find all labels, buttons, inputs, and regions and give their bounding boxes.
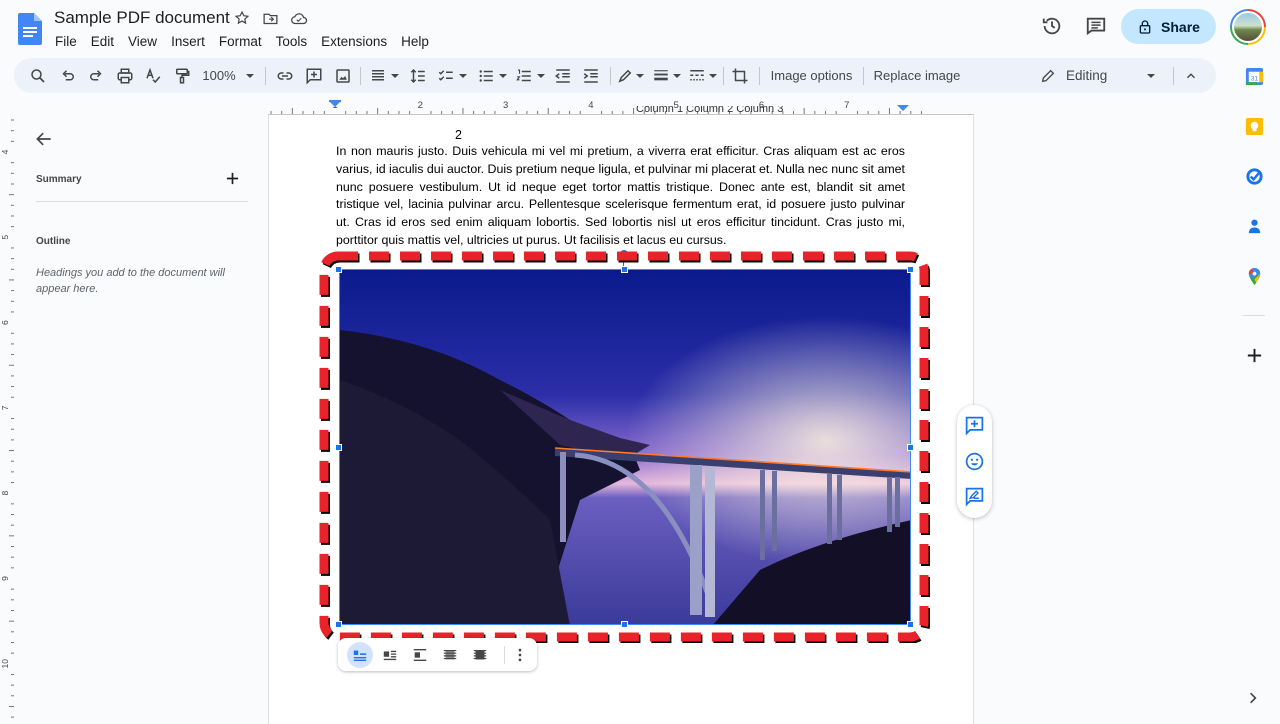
menu-bar: File Edit View Insert Format Tools Exten… bbox=[48, 32, 436, 51]
ruler-label: 7 bbox=[844, 100, 849, 111]
editing-mode-select[interactable]: Editing bbox=[1040, 58, 1162, 93]
document-outline-panel: Summary Outline Headings you add to the … bbox=[14, 115, 267, 724]
decrease-indent-icon[interactable] bbox=[551, 58, 575, 93]
editing-mode-label: Editing bbox=[1066, 68, 1108, 83]
image-wrap-toolbar bbox=[338, 638, 537, 671]
page-number: 2 bbox=[455, 128, 462, 142]
emoji-reaction-icon[interactable] bbox=[964, 451, 986, 473]
menu-insert[interactable]: Insert bbox=[164, 32, 212, 51]
close-outline-back-icon[interactable] bbox=[34, 129, 56, 151]
tasks-icon[interactable] bbox=[1245, 167, 1265, 187]
numbered-list-select[interactable] bbox=[512, 58, 548, 93]
ruler-label: 6 bbox=[0, 320, 10, 325]
highlight-annotation bbox=[319, 251, 930, 643]
first-line-indent-marker bbox=[329, 100, 341, 102]
lock-icon bbox=[1139, 19, 1151, 34]
break-text-button[interactable] bbox=[407, 642, 433, 668]
account-avatar[interactable] bbox=[1230, 9, 1266, 45]
undo-icon[interactable] bbox=[56, 58, 80, 93]
pencil-icon bbox=[1041, 69, 1055, 82]
move-folder-icon[interactable] bbox=[262, 10, 280, 28]
insert-image-icon[interactable] bbox=[331, 58, 355, 93]
wrap-text-button[interactable] bbox=[377, 642, 403, 668]
ruler-label: 2 bbox=[418, 100, 423, 111]
align-select[interactable] bbox=[366, 58, 402, 93]
redo-icon[interactable] bbox=[84, 58, 108, 93]
rail-divider bbox=[1243, 315, 1265, 316]
menu-help[interactable]: Help bbox=[394, 32, 436, 51]
document-title[interactable]: Sample PDF document bbox=[54, 8, 230, 28]
ruler-label: 10 bbox=[0, 659, 10, 669]
menu-edit[interactable]: Edit bbox=[84, 32, 121, 51]
ruler-label: 7 bbox=[0, 405, 10, 410]
border-color-select[interactable] bbox=[614, 58, 646, 93]
crop-image-icon[interactable] bbox=[728, 58, 752, 93]
border-weight-select[interactable] bbox=[650, 58, 682, 93]
share-button[interactable]: Share bbox=[1121, 9, 1216, 44]
maps-icon[interactable] bbox=[1245, 267, 1265, 287]
increase-indent-icon[interactable] bbox=[579, 58, 603, 93]
show-side-panel-icon[interactable] bbox=[1245, 690, 1265, 710]
replace-image-button[interactable]: Replace image bbox=[869, 58, 965, 93]
calendar-icon[interactable]: 31 bbox=[1245, 67, 1265, 87]
ruler-label: 5 bbox=[0, 235, 10, 240]
add-comment-float-icon[interactable] bbox=[964, 415, 986, 437]
insert-link-icon[interactable] bbox=[273, 58, 297, 93]
menu-tools[interactable]: Tools bbox=[269, 32, 315, 51]
ruler-label: 8 bbox=[0, 491, 10, 496]
suggest-edits-icon[interactable] bbox=[964, 486, 986, 508]
ruler-label: 4 bbox=[588, 100, 593, 111]
zoom-select[interactable]: 100% bbox=[200, 58, 256, 93]
version-history-icon[interactable] bbox=[1041, 15, 1063, 37]
menu-extensions[interactable]: Extensions bbox=[314, 32, 394, 51]
behind-text-button[interactable] bbox=[437, 642, 463, 668]
horizontal-ruler[interactable]: 1234567 bbox=[268, 97, 974, 115]
star-icon[interactable] bbox=[234, 10, 252, 28]
hide-menus-icon[interactable] bbox=[1179, 58, 1203, 93]
contacts-icon[interactable] bbox=[1245, 217, 1265, 237]
checklist-select[interactable] bbox=[434, 58, 470, 93]
menu-file[interactable]: File bbox=[48, 32, 84, 51]
ruler-label: 4 bbox=[0, 149, 10, 154]
spellcheck-icon[interactable] bbox=[141, 58, 165, 93]
zoom-value: 100% bbox=[202, 68, 236, 83]
paint-format-icon[interactable] bbox=[170, 58, 194, 93]
get-add-ons-icon[interactable] bbox=[1245, 346, 1265, 366]
line-spacing-icon[interactable] bbox=[406, 58, 430, 93]
wrap-inline-button[interactable] bbox=[347, 642, 373, 668]
ruler-label: 9 bbox=[0, 576, 10, 581]
right-indent-marker bbox=[897, 105, 909, 111]
vertical-ruler[interactable]: 4 5 6 7 8 9 10 bbox=[0, 115, 14, 724]
border-dash-select[interactable] bbox=[686, 58, 718, 93]
floating-actions bbox=[957, 405, 992, 518]
comments-icon[interactable] bbox=[1085, 15, 1107, 37]
image-options-button[interactable]: Image options bbox=[764, 58, 859, 93]
keep-icon[interactable] bbox=[1245, 117, 1265, 137]
outline-heading: Outline bbox=[36, 236, 71, 247]
toolbar: 100% Image options Replace image Editing bbox=[14, 58, 1216, 93]
summary-heading: Summary bbox=[36, 174, 82, 185]
print-icon[interactable] bbox=[113, 58, 137, 93]
search-menus-icon[interactable] bbox=[26, 58, 50, 93]
ruler-label: 3 bbox=[503, 100, 508, 111]
menu-view[interactable]: View bbox=[121, 32, 164, 51]
docs-logo-icon[interactable] bbox=[18, 13, 42, 45]
in-front-of-text-button[interactable] bbox=[467, 642, 493, 668]
outline-hint: Headings you add to the document will ap… bbox=[36, 267, 225, 295]
page-header-text: Column 1 Column 2 Column 3 bbox=[636, 106, 784, 115]
cloud-saved-icon[interactable] bbox=[290, 10, 308, 28]
share-label: Share bbox=[1161, 18, 1200, 35]
add-comment-icon[interactable] bbox=[302, 58, 326, 93]
divider bbox=[36, 201, 248, 202]
add-summary-icon[interactable] bbox=[226, 172, 240, 186]
bulleted-list-select[interactable] bbox=[474, 58, 510, 93]
menu-format[interactable]: Format bbox=[212, 32, 269, 51]
svg-text:31: 31 bbox=[1251, 75, 1259, 82]
more-options-icon[interactable] bbox=[507, 642, 533, 668]
body-paragraph[interactable]: In non mauris justo. Duis vehicula mi ve… bbox=[336, 143, 905, 250]
